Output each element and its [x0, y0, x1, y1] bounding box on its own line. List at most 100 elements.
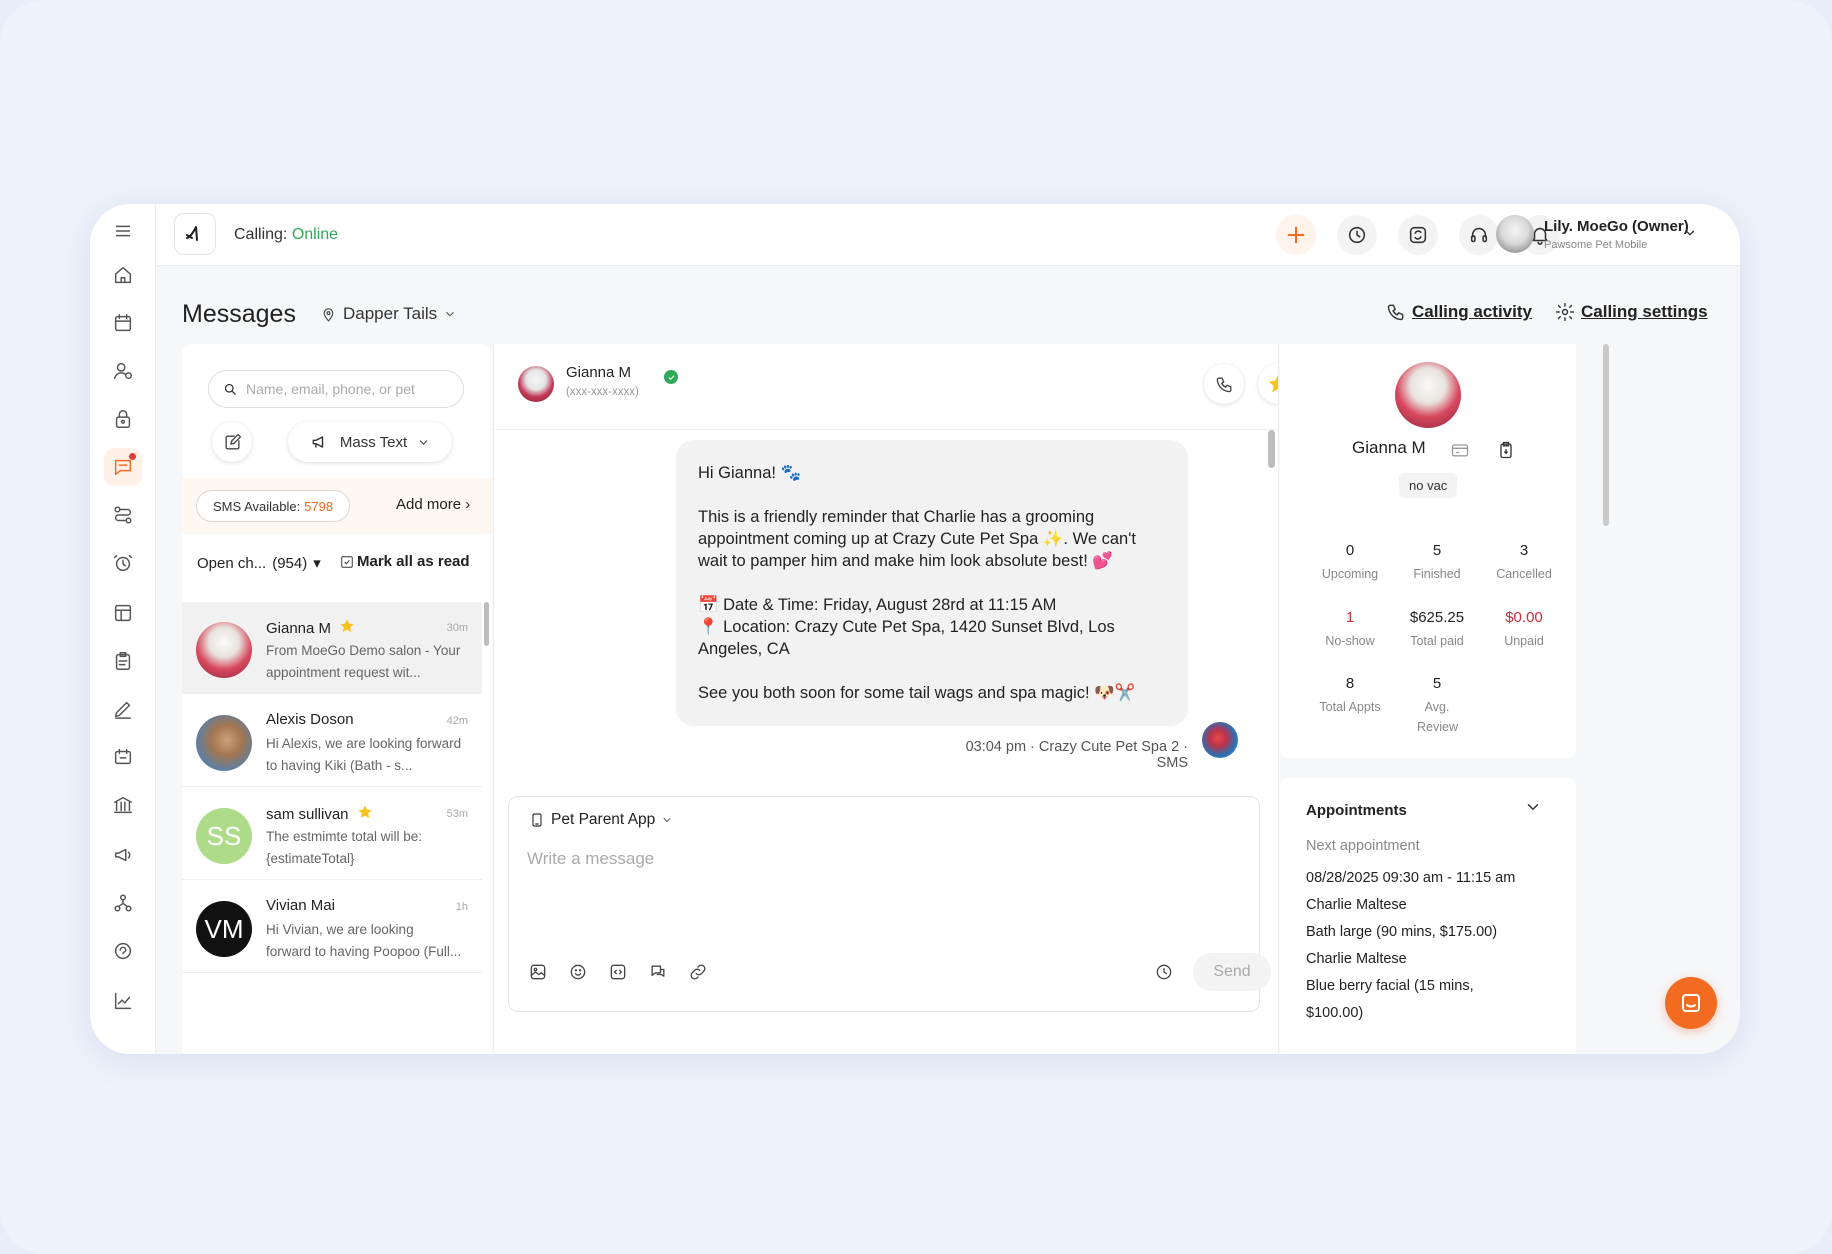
chat-panel: Gianna M (xxx-xxx-xxxx) Hi Gianna! 🐾 Thi… [493, 344, 1279, 1054]
appointment-service: Bath large (90 mins, $175.00) [1306, 924, 1498, 940]
star-icon [339, 618, 355, 638]
next-appointment-label: Next appointment [1306, 838, 1420, 854]
star-icon [1268, 374, 1278, 393]
page-title: Messages [182, 300, 296, 328]
unread-dot [129, 453, 136, 460]
stat-unpaid: $0.00 Unpaid [1474, 609, 1574, 651]
mark-all-read-button[interactable]: Mark all as read [340, 553, 470, 570]
profile-scrollbar[interactable] [1603, 344, 1609, 526]
stat-label: Unpaid [1504, 634, 1544, 648]
add-more-link[interactable]: Add more › [396, 496, 470, 513]
quick-reply-icon[interactable] [645, 959, 671, 985]
conversation-preview: Hi Alexis, we are looking forward to hav… [266, 736, 462, 773]
status-badge: no vac [1399, 473, 1458, 498]
menu-icon[interactable] [104, 212, 142, 250]
channel-selector[interactable]: Pet Parent App [529, 811, 673, 829]
stat-total-paid: $625.25 Total paid [1387, 609, 1487, 651]
chat-contact-name[interactable]: Gianna M [566, 364, 631, 381]
template-icon[interactable] [605, 959, 631, 985]
pen-icon[interactable] [104, 690, 142, 728]
avatar: SS [196, 808, 252, 864]
stat-no-show: 1 No-show [1300, 609, 1400, 651]
stat-value: 5 [1432, 675, 1442, 692]
chevron-down-icon[interactable] [1683, 226, 1697, 240]
chart-icon[interactable] [104, 982, 142, 1020]
message-input[interactable] [527, 849, 1227, 869]
compose-button[interactable] [212, 422, 252, 462]
refresh-icon[interactable] [1398, 215, 1438, 255]
calendar-icon[interactable] [104, 304, 142, 342]
search-input[interactable] [246, 381, 446, 397]
messages-icon[interactable] [104, 448, 142, 486]
schedule-clock-icon[interactable] [1151, 959, 1177, 985]
megaphone-icon[interactable] [104, 836, 142, 874]
location-name: Dapper Tails [343, 304, 438, 323]
star-icon [357, 804, 373, 824]
calling-settings-link[interactable]: Calling settings [1555, 302, 1708, 322]
stat-total-appts: 8 Total Appts [1300, 675, 1400, 717]
search-box[interactable] [208, 370, 464, 408]
clients-icon[interactable] [104, 352, 142, 390]
chat-scrollbar[interactable] [1268, 430, 1275, 468]
stat-value: 8 [1345, 675, 1355, 692]
list-scrollbar[interactable] [484, 602, 489, 646]
app-logo[interactable] [174, 213, 216, 255]
conversation-name: sam sullivan [266, 805, 349, 823]
call-button[interactable] [1204, 364, 1244, 404]
stat-value: $625.25 [1409, 609, 1465, 626]
list-item[interactable]: SS sam sullivan 53m The estmimte total w… [182, 788, 482, 880]
send-button[interactable]: Send [1193, 953, 1271, 991]
clipboard-icon[interactable] [104, 642, 142, 680]
message-greeting: Hi Gianna! 🐾 [698, 464, 802, 482]
mass-text-button[interactable]: Mass Text [288, 422, 452, 462]
emoji-icon[interactable] [565, 959, 591, 985]
location-selector[interactable]: Dapper Tails [320, 304, 457, 324]
workflow-icon[interactable] [104, 496, 142, 534]
chat-icon [1682, 994, 1700, 1012]
alarm-icon[interactable] [104, 544, 142, 582]
avatar[interactable] [1395, 362, 1461, 428]
clipboard-icon[interactable] [1496, 440, 1516, 465]
conversation-list-panel: Mass Text SMS Available: 5798 Add more ›… [182, 344, 492, 1054]
support-icon[interactable] [104, 932, 142, 970]
app-window: Calling: Online Lily. MoeGo (Owner) Paws… [90, 204, 1740, 1054]
avatar[interactable] [518, 366, 554, 402]
conversation-filter[interactable]: Open ch... (954) ▾ [197, 554, 321, 573]
lock-icon[interactable] [104, 400, 142, 438]
profile-name[interactable]: Gianna M [1352, 438, 1426, 458]
plus-icon[interactable] [1276, 215, 1316, 255]
list-item[interactable]: Gianna M 30m From MoeGo Demo salon - You… [182, 602, 482, 694]
card-icon[interactable] [1450, 440, 1470, 465]
chevron-down-icon[interactable] [1524, 798, 1542, 816]
list-item[interactable]: Alexis Doson 42m Hi Alexis, we are looki… [182, 695, 482, 787]
network-icon[interactable] [104, 884, 142, 922]
sms-available-count: 5798 [304, 498, 334, 514]
bank-icon[interactable] [104, 786, 142, 824]
support-chat-button[interactable] [1665, 977, 1717, 1029]
appointment-service-price: $100.00) [1306, 1005, 1364, 1021]
user-name[interactable]: Lily. MoeGo (Owner) [1544, 218, 1689, 235]
appointment-pet: Charlie Maltese [1306, 951, 1407, 967]
link-icon[interactable] [685, 959, 711, 985]
mass-text-label: Mass Text [339, 433, 408, 451]
conversation-name: Vivian Mai [266, 897, 335, 914]
conversation-name: Gianna M [266, 619, 332, 637]
image-icon[interactable] [525, 959, 551, 985]
profile-card: Gianna M no vac 0 Upcoming 5 Finished 3 … [1280, 344, 1576, 758]
list-item[interactable]: VM Vivian Mai 1h Hi Vivian, we are looki… [182, 881, 482, 973]
headset-icon[interactable] [1459, 215, 1499, 255]
clock-icon[interactable] [1337, 215, 1377, 255]
star-button[interactable] [1258, 364, 1278, 404]
megaphone-icon [312, 436, 324, 448]
stat-avg-review: 5 Avg. Review [1387, 675, 1487, 737]
appointment-time: 08/28/2025 09:30 am - 11:15 am [1306, 870, 1516, 886]
home-icon[interactable] [104, 256, 142, 294]
avatar [196, 715, 252, 771]
user-avatar[interactable] [1496, 215, 1534, 253]
ticket-icon[interactable] [104, 738, 142, 776]
calling-activity-link[interactable]: Calling activity [1386, 302, 1532, 322]
table-icon[interactable] [104, 594, 142, 632]
sms-available-bar: SMS Available: 5798 Add more › [182, 478, 492, 534]
conversation-preview: Hi Vivian, we are looking forward to hav… [266, 922, 462, 959]
message-composer: Pet Parent App Send [508, 796, 1271, 1012]
